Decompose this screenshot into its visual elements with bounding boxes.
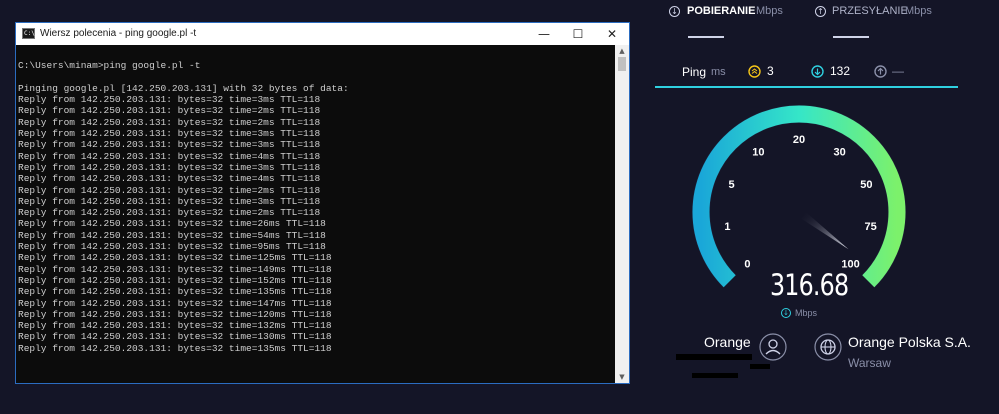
console-line: Reply from 142.250.203.131: bytes=32 tim… [18, 331, 332, 343]
console-line: Reply from 142.250.203.131: bytes=32 tim… [18, 150, 321, 162]
console-line: C:\Users\minam>ping google.pl -t [18, 60, 201, 72]
console-line: Pinging google.pl [142.250.203.131] with… [18, 82, 349, 94]
console-line: Reply from 142.250.203.131: bytes=32 tim… [18, 342, 332, 354]
redacted-ip-bar [676, 354, 752, 360]
maximize-button[interactable]: ☐ [561, 23, 595, 45]
user-icon[interactable] [759, 333, 787, 361]
minimize-button[interactable]: — [527, 23, 561, 45]
console-line: Reply from 142.250.203.131: bytes=32 tim… [18, 128, 321, 140]
console-line: Reply from 142.250.203.131: bytes=32 tim… [18, 94, 321, 106]
console-line: Reply from 142.250.203.131: bytes=32 tim… [18, 274, 332, 286]
gauge-tick-label: 10 [752, 146, 764, 158]
gauge-tick-label: 0 [744, 259, 750, 271]
gauge-tick-label: 20 [793, 134, 805, 146]
console-line: Reply from 142.250.203.131: bytes=32 tim… [18, 139, 321, 151]
console-line: Reply from 142.250.203.131: bytes=32 tim… [18, 105, 321, 117]
scroll-up-arrow-icon[interactable]: ▲ [615, 45, 629, 57]
console-line: Reply from 142.250.203.131: bytes=32 tim… [18, 241, 326, 253]
console-line: Reply from 142.250.203.131: bytes=32 tim… [18, 252, 332, 264]
speed-download-icon: ↓ [781, 308, 791, 318]
close-button[interactable]: ✕ [595, 23, 629, 45]
console-output[interactable]: C:\Users\minam>ping google.pl -t Pinging … [18, 49, 614, 379]
command-prompt-window[interactable]: C:\ Wiersz polecenia - ping google.pl -t… [15, 22, 630, 384]
console-line: Reply from 142.250.203.131: bytes=32 tim… [18, 116, 321, 128]
vertical-scrollbar[interactable]: ▲ ▼ [615, 45, 629, 383]
title-bar[interactable]: C:\ Wiersz polecenia - ping google.pl -t… [16, 23, 629, 45]
console-line: Reply from 142.250.203.131: bytes=32 tim… [18, 207, 321, 219]
gauge-tick-label: 5 [729, 179, 735, 191]
scrollbar-thumb[interactable] [618, 57, 626, 71]
console-line: Reply from 142.250.203.131: bytes=32 tim… [18, 229, 326, 241]
redacted-ip-bar-2 [750, 364, 770, 369]
speed-value: 316.68 [770, 268, 849, 302]
console-line: Reply from 142.250.203.131: bytes=32 tim… [18, 263, 332, 275]
console-line: Reply from 142.250.203.131: bytes=32 tim… [18, 184, 321, 196]
console-line: Reply from 142.250.203.131: bytes=32 tim… [18, 161, 321, 173]
gauge-needle [801, 212, 849, 250]
console-line: Reply from 142.250.203.131: bytes=32 tim… [18, 320, 332, 332]
server-location: Warsaw [848, 356, 891, 370]
console-line: Reply from 142.250.203.131: bytes=32 tim… [18, 297, 332, 309]
redacted-ip-bar-3 [692, 373, 738, 378]
console-line: Reply from 142.250.203.131: bytes=32 tim… [18, 195, 321, 207]
gauge-tick-label: 30 [833, 146, 845, 158]
globe-icon[interactable] [814, 333, 842, 361]
isp-name: Orange [704, 334, 751, 350]
gauge-tick-label: 1 [724, 221, 730, 233]
console-line: Reply from 142.250.203.131: bytes=32 tim… [18, 308, 332, 320]
gauge-tick-label: 75 [864, 221, 876, 233]
gauge-tick-label: 50 [860, 179, 872, 191]
server-name[interactable]: Orange Polska S.A. [848, 334, 971, 350]
console-line: Reply from 142.250.203.131: bytes=32 tim… [18, 218, 326, 230]
speed-unit: Mbps [795, 308, 818, 318]
console-line: Reply from 142.250.203.131: bytes=32 tim… [18, 173, 321, 185]
scroll-down-arrow-icon[interactable]: ▼ [615, 371, 629, 383]
console-line: Reply from 142.250.203.131: bytes=32 tim… [18, 286, 332, 298]
window-title: Wiersz polecenia - ping google.pl -t [40, 28, 197, 39]
cmd-icon: C:\ [22, 28, 35, 39]
